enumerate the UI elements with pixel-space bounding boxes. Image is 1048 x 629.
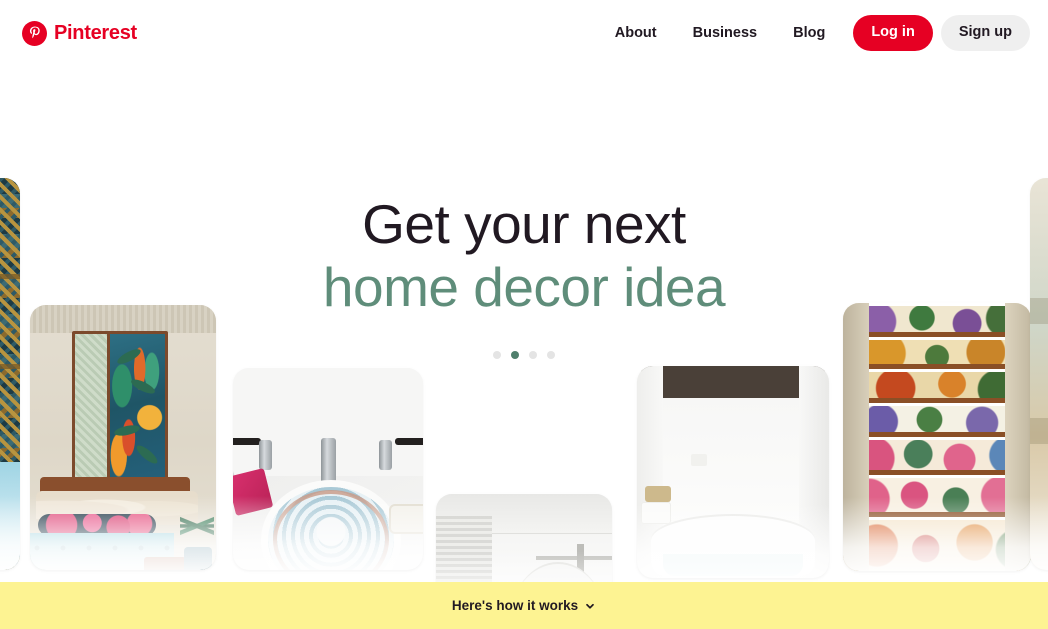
sign-up-button[interactable]: Sign up (940, 15, 1030, 51)
carousel-dot-2[interactable] (511, 351, 519, 359)
tile-wall-artwork (0, 178, 20, 570)
collage-card-light-interior[interactable] (436, 494, 612, 582)
main-nav: About Business Blog Log in Sign up (597, 15, 1030, 51)
carousel-dot-4[interactable] (547, 351, 555, 359)
stairs-artwork (843, 303, 1031, 571)
hero-heading-line-1: Get your next (362, 193, 686, 255)
how-it-works-label-group: Here's how it works (452, 598, 596, 613)
how-it-works-bar[interactable]: Here's how it works (0, 582, 1048, 629)
collage-card-bedroom-tropical-art[interactable] (30, 305, 216, 570)
site-header: Pinterest About Business Blog Log in Sig… (0, 0, 1048, 66)
how-it-works-label: Here's how it works (451, 598, 579, 613)
collage-card-moroccan-tile-wall[interactable] (0, 178, 20, 570)
pinterest-logo[interactable]: Pinterest (22, 20, 137, 46)
carousel-dot-1[interactable] (493, 351, 501, 359)
sink-artwork (233, 368, 423, 570)
nav-link-blog[interactable]: Blog (775, 16, 843, 50)
collage-card-floral-wallpaper-stairs[interactable] (843, 303, 1031, 571)
pinterest-p-logo-icon (22, 20, 47, 46)
edge-preview-artwork (1030, 178, 1048, 570)
interior-artwork (436, 494, 612, 582)
nav-link-about[interactable]: About (597, 16, 675, 50)
carousel-dot-3[interactable] (529, 351, 537, 359)
bathroom-artwork (637, 366, 829, 578)
hero-heading: Get your next home decor idea (0, 193, 1048, 318)
chevron-down-icon (584, 600, 596, 612)
bedroom-artwork (30, 305, 216, 570)
hero-section: Get your next home decor idea (0, 66, 1048, 582)
brand-name: Pinterest (54, 22, 137, 44)
log-in-button[interactable]: Log in (853, 15, 933, 51)
nav-link-business[interactable]: Business (675, 16, 775, 50)
collage-card-decorative-sink[interactable] (233, 368, 423, 570)
collage-card-edge-preview-right[interactable] (1030, 178, 1048, 570)
carousel-pagination (0, 351, 1048, 359)
collage-card-white-bathroom-tub[interactable] (637, 366, 829, 578)
